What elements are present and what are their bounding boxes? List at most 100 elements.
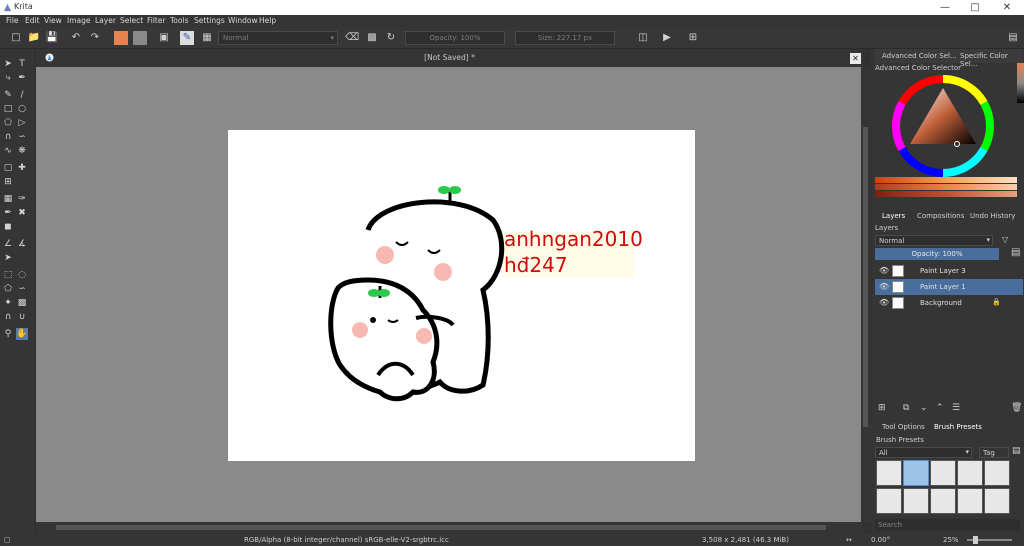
foreground-color-swatch[interactable]	[114, 31, 128, 45]
reload-preset-icon[interactable]: ↻	[384, 31, 398, 45]
horizontal-scrollbar[interactable]	[36, 522, 863, 534]
tab-advanced-color-selector[interactable]: Advanced Color Sel...	[882, 52, 957, 60]
edit-shapes-tool-icon[interactable]: ⤷	[2, 72, 14, 84]
bezier-selection-tool-icon[interactable]: ∩	[2, 311, 14, 323]
minimize-button[interactable]: —	[928, 0, 962, 15]
zoom-slider[interactable]	[967, 536, 1012, 544]
colorize-mask-tool-icon[interactable]: ✒	[2, 207, 14, 219]
crop-icon[interactable]: ⊞	[686, 31, 700, 45]
brush-preset-icon[interactable]: ✎	[180, 31, 194, 45]
open-folder-icon[interactable]: 📁	[27, 31, 41, 45]
new-document-icon[interactable]: □	[9, 31, 23, 45]
horizontal-scroll-thumb[interactable]	[56, 525, 826, 530]
background-color-swatch[interactable]	[133, 31, 147, 45]
tab-undo-history[interactable]: Undo History	[970, 212, 1015, 220]
visibility-eye-icon[interactable]: 👁	[879, 266, 889, 275]
layer-row-selected[interactable]: 👁 Paint Layer 1	[875, 279, 1023, 295]
tab-specific-color-selector[interactable]: Specific Color Sel...	[960, 52, 1024, 68]
multibrush-tool-icon[interactable]: ❋	[16, 145, 28, 157]
color-wheel[interactable]	[891, 74, 995, 178]
similar-color-selection-tool-icon[interactable]: ▩	[16, 297, 28, 309]
freehand-brush-tool-icon[interactable]: ✎	[2, 89, 14, 101]
ellipse-tool-icon[interactable]: ○	[16, 103, 28, 115]
duplicate-layer-icon[interactable]: ⧉	[903, 403, 909, 413]
undo-icon[interactable]: ↶	[69, 31, 83, 45]
polygonal-selection-tool-icon[interactable]: ⬠	[2, 283, 14, 295]
swap-colors-icon[interactable]: ▣	[157, 31, 171, 45]
add-layer-icon[interactable]: ⊞	[878, 403, 886, 413]
vertical-scrollbar[interactable]	[861, 67, 871, 522]
tag-button[interactable]: Tag	[979, 447, 1009, 458]
opacity-slider[interactable]: Opacity: 100%	[405, 31, 505, 45]
move-layer-up-icon[interactable]: ⌃	[936, 403, 944, 413]
rectangular-selection-tool-icon[interactable]: ⬚	[2, 269, 14, 281]
polygon-tool-icon[interactable]: ⬠	[2, 117, 14, 129]
text-tool-icon[interactable]: T	[16, 58, 28, 70]
mirror-horizontal-icon[interactable]: ◫	[636, 31, 650, 45]
measure-tool-icon[interactable]: ∡	[16, 238, 28, 250]
calligraphy-tool-icon[interactable]: ✒	[16, 72, 28, 84]
brush-preset-tile[interactable]	[957, 460, 983, 486]
menu-tools[interactable]: Tools	[170, 16, 188, 25]
pattern-grid-icon[interactable]: ▦	[200, 31, 214, 45]
menu-file[interactable]: File	[6, 16, 19, 25]
hue-bar-1[interactable]	[875, 177, 1017, 183]
vertical-scroll-thumb[interactable]	[863, 127, 868, 427]
hue-bar-2[interactable]	[875, 184, 1017, 190]
layer-blend-mode-select[interactable]: Normal ▾	[875, 235, 993, 246]
menu-image[interactable]: Image	[67, 16, 91, 25]
tab-layers[interactable]: Layers	[882, 212, 905, 220]
layer-row[interactable]: 👁 Background 🔒	[875, 295, 1023, 311]
dynamic-brush-tool-icon[interactable]: ∿	[2, 145, 14, 157]
close-document-icon[interactable]: ✕	[850, 53, 861, 64]
menu-window[interactable]: Window	[228, 16, 258, 25]
blend-mode-select[interactable]: Normal ▾	[218, 31, 338, 45]
maximize-button[interactable]: □	[958, 0, 992, 15]
brush-preset-tile[interactable]	[984, 488, 1010, 514]
transform-tool-icon[interactable]: ▢	[2, 162, 14, 174]
size-slider[interactable]: Size: 227.17 px	[515, 31, 615, 45]
freehand-selection-tool-icon[interactable]: ∽	[16, 283, 28, 295]
brush-preset-tile[interactable]	[930, 460, 956, 486]
color-history-strip[interactable]	[1017, 63, 1024, 103]
brush-preset-tile-selected[interactable]	[903, 460, 929, 486]
move-layer-down-icon[interactable]: ⌄	[920, 403, 928, 413]
magnetic-selection-tool-icon[interactable]: ∪	[16, 311, 28, 323]
bezier-tool-icon[interactable]: ∩	[2, 131, 14, 143]
menu-select[interactable]: Select	[120, 16, 143, 25]
polyline-tool-icon[interactable]: ▷	[16, 117, 28, 129]
menu-filter[interactable]: Filter	[147, 16, 166, 25]
brush-preset-tile[interactable]	[930, 488, 956, 514]
zoom-slider-handle[interactable]	[973, 536, 978, 544]
alpha-lock-icon[interactable]: ▩	[365, 31, 379, 45]
color-picker-tool-icon[interactable]: ✑	[16, 193, 28, 205]
menu-help[interactable]: Help	[259, 16, 276, 25]
brush-preset-tile[interactable]	[876, 488, 902, 514]
menu-settings[interactable]: Settings	[194, 16, 225, 25]
close-button[interactable]: ✕	[990, 0, 1024, 15]
move-tool-icon[interactable]: ✚	[16, 162, 28, 174]
layer-row[interactable]: 👁 Paint Layer 3	[875, 263, 1023, 279]
contiguous-selection-tool-icon[interactable]: ✦	[2, 297, 14, 309]
layer-properties-icon[interactable]: ▤	[1011, 247, 1020, 258]
document-tab[interactable]: [Not Saved] * ✕	[36, 49, 863, 67]
smart-patch-tool-icon[interactable]: ✖	[16, 207, 28, 219]
tab-tool-options[interactable]: Tool Options	[882, 423, 925, 431]
preset-view-icon[interactable]: ▤	[1012, 446, 1021, 456]
selection-status-icon[interactable]: ▢	[4, 536, 11, 544]
tab-compositions[interactable]: Compositions	[917, 212, 964, 220]
fill-tool-icon[interactable]: ◼	[2, 221, 14, 233]
reference-images-tool-icon[interactable]: ➤	[2, 252, 14, 264]
eraser-icon[interactable]: ⌫	[345, 31, 359, 45]
preset-search-input[interactable]: Search	[875, 519, 1020, 531]
lock-icon[interactable]: 🔒	[992, 298, 1001, 306]
save-icon[interactable]: 💾	[45, 31, 59, 45]
zoom-tool-icon[interactable]: ⚲	[2, 328, 14, 340]
line-tool-icon[interactable]: ∕	[16, 89, 28, 101]
delete-layer-icon[interactable]: 🗑	[1011, 403, 1022, 413]
rectangle-tool-icon[interactable]: □	[2, 103, 14, 115]
redo-icon[interactable]: ↷	[88, 31, 102, 45]
elliptical-selection-tool-icon[interactable]: ◌	[16, 269, 28, 281]
visibility-eye-icon[interactable]: 👁	[879, 282, 889, 291]
brush-preset-tile[interactable]	[984, 460, 1010, 486]
